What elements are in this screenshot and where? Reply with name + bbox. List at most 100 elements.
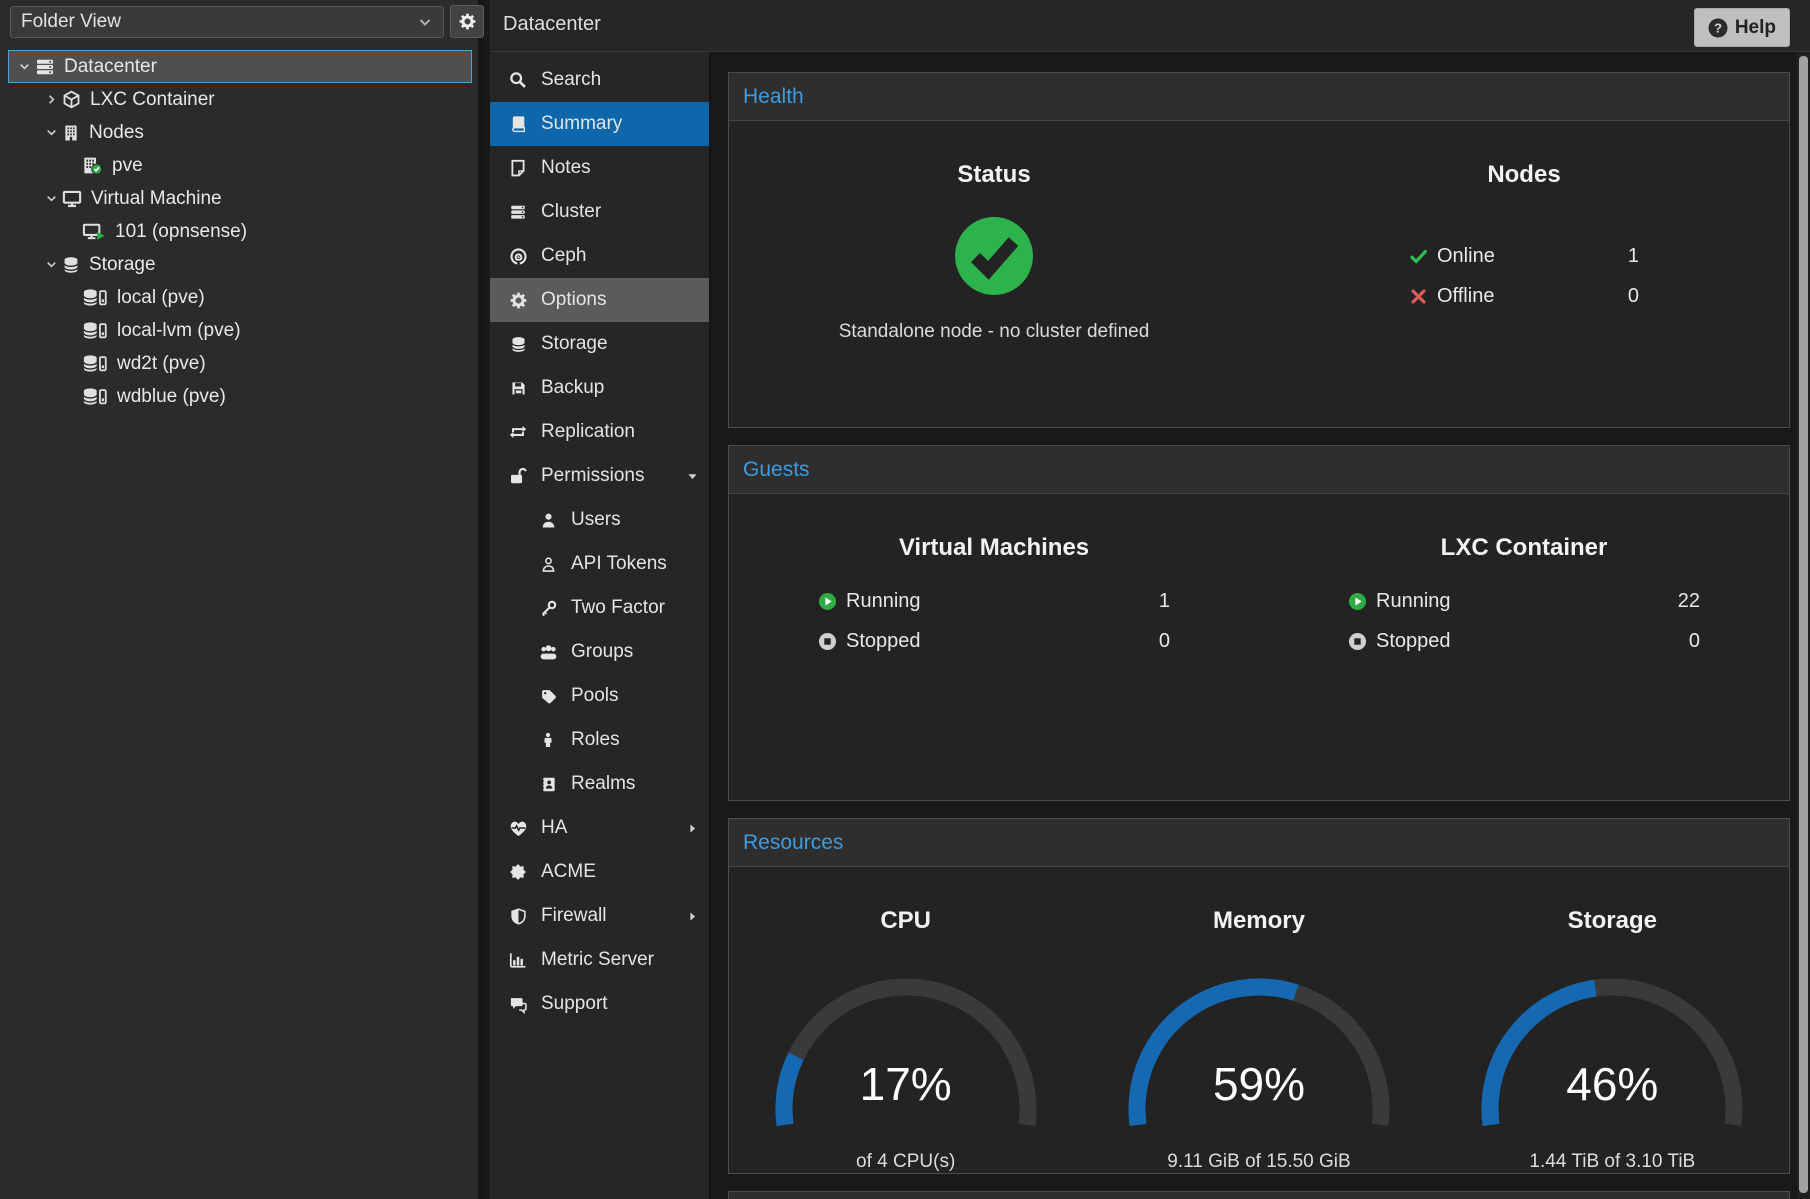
storage-detail: 1.44 TiB of 3.10 TiB bbox=[1436, 1151, 1789, 1173]
tree-item-lxc-container[interactable]: LXC Container bbox=[0, 83, 472, 116]
tree-settings-button[interactable] bbox=[450, 5, 484, 38]
floppy-icon bbox=[506, 380, 530, 397]
person-icon bbox=[536, 732, 560, 748]
cpu-usage-percent: 17% bbox=[766, 1057, 1046, 1111]
user-icon bbox=[536, 512, 560, 529]
tree-item-nodes[interactable]: Nodes bbox=[0, 116, 472, 149]
memory-heading: Memory bbox=[1082, 907, 1435, 935]
expander-down-icon[interactable] bbox=[40, 125, 62, 140]
tree-item-label: LXC Container bbox=[90, 89, 215, 111]
lxc-stopped-count: 0 bbox=[1689, 630, 1700, 653]
caret-right-icon bbox=[686, 822, 699, 835]
vm-running-count: 1 bbox=[1159, 590, 1170, 613]
menu-item-replication[interactable]: Replication bbox=[490, 410, 709, 454]
datacenter-menu: Search Summary Notes Cluster Ceph Option… bbox=[490, 52, 711, 1199]
storage-usage-percent: 46% bbox=[1472, 1057, 1752, 1111]
view-mode-select[interactable]: Folder View bbox=[10, 6, 444, 38]
building-icon bbox=[62, 124, 80, 142]
tree-item-label: Datacenter bbox=[64, 56, 157, 78]
tree-item-label: Nodes bbox=[89, 122, 144, 144]
expander-down-icon[interactable] bbox=[40, 191, 62, 206]
search-icon bbox=[506, 71, 530, 89]
expander-down-icon[interactable] bbox=[40, 257, 62, 272]
online-count: 1 bbox=[1628, 245, 1639, 268]
tree-item-storage[interactable]: Storage bbox=[0, 248, 472, 281]
tree-item-virtual-machine[interactable]: Virtual Machine bbox=[0, 182, 472, 215]
tree-item-storage-local-lvm[interactable]: local-lvm (pve) bbox=[0, 314, 472, 347]
desktop-icon bbox=[62, 189, 82, 209]
lxc-heading: LXC Container bbox=[1259, 534, 1789, 562]
note-icon bbox=[506, 159, 530, 177]
shield-icon bbox=[506, 908, 530, 925]
memory-detail: 9.11 GiB of 15.50 GiB bbox=[1082, 1151, 1435, 1173]
menu-item-two-factor[interactable]: Two Factor bbox=[490, 586, 709, 630]
menu-item-acme[interactable]: ACME bbox=[490, 850, 709, 894]
tree-item-label: wd2t (pve) bbox=[117, 353, 206, 375]
stop-circle-icon bbox=[818, 632, 837, 651]
help-button-label: Help bbox=[1735, 17, 1776, 39]
menu-item-ha[interactable]: HA bbox=[490, 806, 709, 850]
menu-item-users[interactable]: Users bbox=[490, 498, 709, 542]
status-column: Status Standalone node - no cluster defi… bbox=[729, 121, 1259, 427]
content-scrollbar[interactable] bbox=[1797, 52, 1810, 1199]
vm-stopped-count: 0 bbox=[1159, 630, 1170, 653]
cpu-heading: CPU bbox=[729, 907, 1082, 935]
tree-item-label: Storage bbox=[89, 254, 156, 276]
menu-item-roles[interactable]: Roles bbox=[490, 718, 709, 762]
tree-item-pve[interactable]: pve bbox=[0, 149, 472, 182]
database-icon bbox=[506, 336, 530, 353]
server-icon bbox=[35, 57, 55, 77]
ceph-icon bbox=[506, 247, 530, 266]
nodes-online-row: Online 1 bbox=[1409, 245, 1639, 268]
caret-down-icon bbox=[686, 470, 699, 483]
resource-tree-panel: Folder View Datacenter LXC Container Nod… bbox=[0, 0, 484, 1199]
menu-item-metric-server[interactable]: Metric Server bbox=[490, 938, 709, 982]
help-button[interactable]: Help bbox=[1694, 8, 1790, 47]
menu-item-groups[interactable]: Groups bbox=[490, 630, 709, 674]
resources-panel-title: Resources bbox=[743, 831, 843, 855]
resources-panel-header: Resources bbox=[729, 819, 1789, 867]
scrollbar-thumb[interactable] bbox=[1799, 56, 1808, 1193]
nodes-heading: Nodes bbox=[1259, 161, 1789, 189]
menu-item-ceph[interactable]: Ceph bbox=[490, 234, 709, 278]
status-heading: Status bbox=[729, 161, 1259, 189]
status-message: Standalone node - no cluster defined bbox=[729, 321, 1259, 343]
menu-item-notes[interactable]: Notes bbox=[490, 146, 709, 190]
menu-item-summary[interactable]: Summary bbox=[490, 102, 709, 146]
menu-item-cluster[interactable]: Cluster bbox=[490, 190, 709, 234]
menu-item-options[interactable]: Options bbox=[490, 278, 709, 322]
tree-item-storage-wdblue[interactable]: wdblue (pve) bbox=[0, 380, 472, 413]
menu-item-realms[interactable]: Realms bbox=[490, 762, 709, 806]
vm-heading: Virtual Machines bbox=[729, 534, 1259, 562]
comments-icon bbox=[506, 995, 530, 1014]
tree-item-storage-local[interactable]: local (pve) bbox=[0, 281, 472, 314]
health-panel-title: Health bbox=[743, 85, 804, 109]
memory-gauge: 59% bbox=[1119, 967, 1399, 1135]
proxmox-app: Folder View Datacenter LXC Container Nod… bbox=[0, 0, 1810, 1199]
menu-item-storage[interactable]: Storage bbox=[490, 322, 709, 366]
nodes-column: Nodes Online 1 Offline 0 bbox=[1259, 121, 1789, 427]
menu-item-permissions[interactable]: Permissions bbox=[490, 454, 709, 498]
menu-item-search[interactable]: Search bbox=[490, 58, 709, 102]
sync-icon bbox=[506, 423, 530, 441]
guests-panel: Guests Virtual Machines Running 1 Stoppe… bbox=[728, 445, 1790, 801]
caret-right-icon bbox=[686, 910, 699, 923]
cpu-gauge-column: CPU 17% of 4 CPU(s) bbox=[729, 867, 1082, 1173]
expander-right-icon[interactable] bbox=[40, 92, 62, 107]
content-header-bar: Datacenter Help bbox=[490, 0, 1810, 52]
unlock-icon bbox=[506, 467, 530, 485]
status-ok-icon bbox=[953, 215, 1035, 297]
menu-item-firewall[interactable]: Firewall bbox=[490, 894, 709, 938]
storage-gauge: 46% bbox=[1472, 967, 1752, 1135]
vm-stopped-row: Stopped 0 bbox=[818, 630, 1170, 653]
tree-item-vm-101[interactable]: 101 (opnsense) bbox=[0, 215, 472, 248]
menu-item-backup[interactable]: Backup bbox=[490, 366, 709, 410]
menu-item-pools[interactable]: Pools bbox=[490, 674, 709, 718]
tree-item-storage-wd2t[interactable]: wd2t (pve) bbox=[0, 347, 472, 380]
play-circle-icon bbox=[1348, 592, 1367, 611]
menu-item-support[interactable]: Support bbox=[490, 982, 709, 1026]
menu-item-api-tokens[interactable]: API Tokens bbox=[490, 542, 709, 586]
expander-down-icon[interactable] bbox=[13, 59, 35, 74]
tree-item-datacenter[interactable]: Datacenter bbox=[8, 50, 472, 83]
cube-icon bbox=[62, 90, 81, 109]
